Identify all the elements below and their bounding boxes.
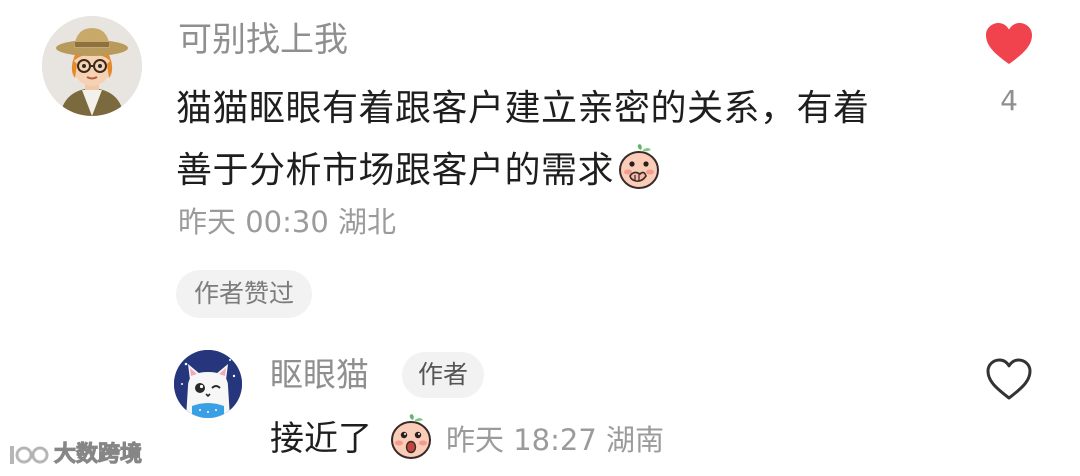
author-badge: 作者: [402, 352, 485, 398]
comment-line-2-text: 善于分析市场跟客户的需求: [176, 150, 615, 191]
reply-avatar[interactable]: [174, 350, 242, 418]
heart-filled-icon[interactable]: [985, 22, 1033, 66]
reply-username[interactable]: 眍眼猫: [270, 352, 369, 398]
comment-time: 昨天 00:30: [178, 205, 329, 239]
avatar-white-cat-winking-icon: [174, 350, 242, 418]
comment-location: 湖北: [338, 205, 397, 239]
reply-location: 湖南: [606, 423, 665, 457]
comment-line-2: 善于分析市场跟客户的需求: [176, 140, 936, 202]
peach-covering-mouth-emoji-icon: [619, 144, 660, 189]
comment-thread: 可别找上我 猫猫眍眼有着跟客户建立亲密的关系，有着 善于分析市场跟客户的需求 昨…: [0, 0, 1080, 476]
watermark: 大数跨境: [8, 438, 143, 472]
commenter-username[interactable]: 可别找上我: [178, 18, 348, 62]
reply-meta: 昨天 18:27 湖南: [446, 418, 664, 462]
commenter-avatar[interactable]: [42, 16, 142, 116]
watermark-text: 大数跨境: [53, 442, 143, 468]
comment-like-control[interactable]: 4: [984, 22, 1034, 118]
reply-time: 昨天 18:27: [446, 423, 597, 457]
heart-outline-icon[interactable]: [984, 356, 1034, 402]
reply-body: 接近了: [270, 419, 372, 459]
peach-surprised-emoji-icon: [391, 414, 431, 459]
like-count: 4: [1000, 84, 1018, 117]
comment-line-1: 猫猫眍眼有着跟客户建立亲密的关系，有着: [176, 88, 870, 129]
avatar-cowboy-hat-glasses-icon: [42, 16, 142, 116]
author-liked-badge: 作者赞过: [176, 270, 313, 318]
comment-body: 猫猫眍眼有着跟客户建立亲密的关系，有着 善于分析市场跟客户的需求: [176, 78, 936, 202]
comment-meta: 昨天 00:30 湖北: [178, 200, 396, 244]
watermark-logo-icon: [10, 446, 49, 464]
